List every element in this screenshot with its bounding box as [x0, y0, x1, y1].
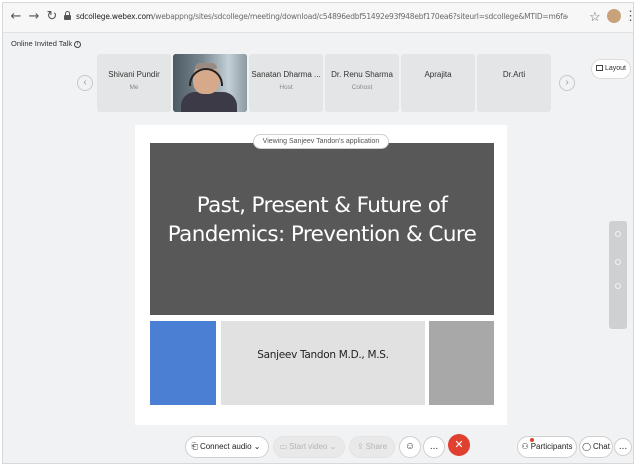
chat-icon: ◯	[582, 442, 592, 451]
presenter-panel: Sanjeev Tandon M.D., M.S.	[221, 321, 425, 405]
layout-button[interactable]: Layout	[591, 59, 631, 79]
reload-icon[interactable]: ↻	[45, 10, 59, 24]
participant-video-tile[interactable]	[173, 54, 247, 112]
strip-next-button[interactable]: ›	[559, 75, 575, 91]
zoom-controls[interactable]	[609, 221, 627, 329]
more-button[interactable]: ...	[614, 438, 632, 456]
chevron-down-icon: ⌄	[329, 442, 337, 451]
connect-audio-button[interactable]: ⎗ Connect audio ⌄	[185, 436, 269, 458]
chat-button[interactable]: ◯ Chat	[579, 436, 613, 458]
reactions-icon[interactable]: ☺	[399, 436, 421, 458]
share-button[interactable]: ⇪ Share	[349, 436, 395, 458]
end-call-button[interactable]: ✕	[448, 434, 470, 456]
lock-icon	[64, 11, 71, 20]
participant-tile[interactable]: Sanatan Dharma ... Host	[249, 54, 323, 112]
strip-prev-button[interactable]: ‹	[77, 75, 93, 91]
browser-toolbar: ← → ↻ sdcollege.webex.com/webappng/sites…	[3, 3, 633, 33]
slide-blue-panel	[150, 321, 216, 405]
participant-tile[interactable]: Dr.Arti	[477, 54, 551, 112]
profile-avatar[interactable]	[607, 9, 621, 23]
participant-tile[interactable]: Dr. Renu Sharma Cohost	[325, 54, 399, 112]
zoom-in-icon[interactable]	[615, 259, 621, 265]
info-icon[interactable]: i	[74, 40, 82, 48]
video-icon: ▭	[279, 442, 288, 451]
browser-menu-icon[interactable]: ⋮	[624, 8, 633, 24]
participants-icon: ⚇	[521, 442, 529, 451]
more-options-button[interactable]: ...	[423, 436, 445, 458]
slide: Past, Present & Future of Pandemics: Pre…	[150, 143, 494, 315]
webex-window: ← → ↻ sdcollege.webex.com/webappng/sites…	[2, 2, 634, 464]
audio-icon: ⎗	[191, 442, 198, 451]
start-video-button[interactable]: ▭ Start video ⌄	[273, 436, 345, 458]
address-bar[interactable]: sdcollege.webex.com/webappng/sites/sdcol…	[76, 12, 568, 21]
layout-icon	[595, 65, 603, 72]
arrow-right-icon[interactable]: →	[27, 10, 41, 24]
chevron-down-icon: ⌄	[253, 442, 261, 451]
participants-notification-dot	[530, 438, 534, 442]
meeting-title[interactable]: Online Invited Talk i	[11, 39, 82, 48]
slide-title: Past, Present & Future of Pandemics: Pre…	[167, 193, 477, 247]
participant-tile[interactable]: Shivani Pundir Me	[97, 54, 171, 112]
share-icon: ⇪	[356, 442, 364, 451]
bookmark-star-icon[interactable]: ☆	[589, 9, 601, 25]
slide-gray-panel	[429, 321, 494, 405]
zoom-out-icon[interactable]	[615, 283, 621, 289]
viewing-label: Viewing Sanjeev Tandon's application	[253, 134, 389, 149]
arrow-left-icon[interactable]: ←	[9, 10, 23, 24]
presenter-name: Sanjeev Tandon M.D., M.S.	[257, 349, 389, 361]
participant-tile[interactable]: Aprajita	[401, 54, 475, 112]
participants-button[interactable]: ⚇ Participants	[517, 436, 577, 458]
fit-icon[interactable]	[615, 231, 621, 237]
